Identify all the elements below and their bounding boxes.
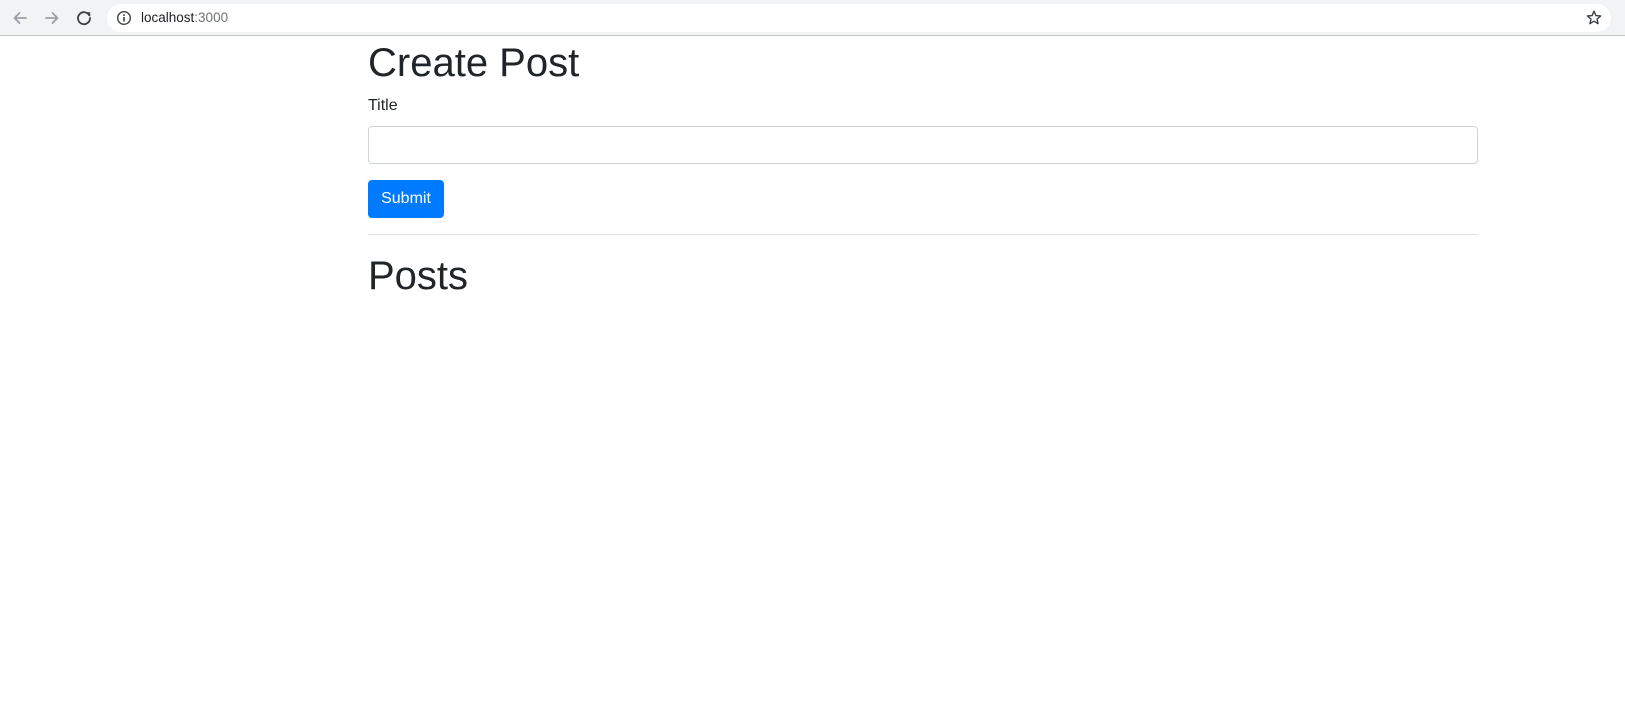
title-label: Title [368,97,398,114]
reload-button[interactable] [71,5,97,31]
arrow-left-icon [11,9,29,27]
forward-button[interactable] [39,5,65,31]
url-host: localhost [141,10,195,25]
back-button[interactable] [7,5,33,31]
arrow-right-icon [43,9,61,27]
title-input[interactable] [368,126,1478,164]
page-title: Create Post [368,41,580,85]
divider [368,234,1478,235]
submit-button[interactable]: Submit [368,180,444,218]
star-icon[interactable] [1585,9,1603,27]
reload-icon [75,9,93,27]
browser-toolbar: localhost:3000 [0,0,1625,36]
posts-heading: Posts [368,254,469,298]
info-icon[interactable] [116,10,132,26]
url-text[interactable]: localhost:3000 [141,10,228,26]
address-bar[interactable]: localhost:3000 [107,4,1611,32]
url-port: :3000 [194,10,229,25]
